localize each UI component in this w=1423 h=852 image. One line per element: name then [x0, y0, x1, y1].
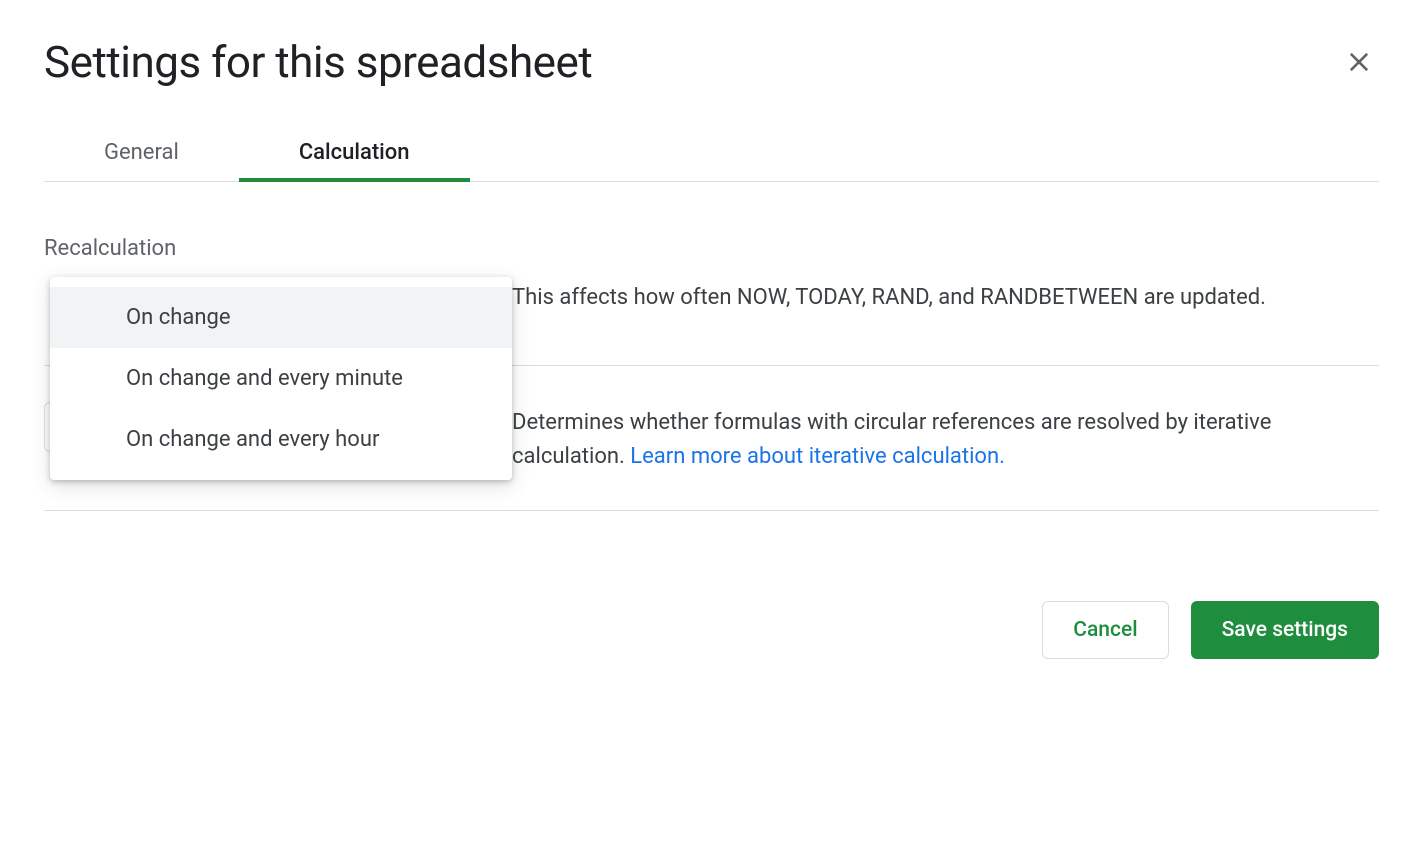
recalculation-dropdown: On change On change and every minute On …: [50, 277, 512, 480]
save-settings-button[interactable]: Save settings: [1191, 601, 1379, 659]
recalc-option-every-minute[interactable]: On change and every minute: [50, 348, 512, 409]
close-button[interactable]: [1339, 42, 1379, 82]
recalculation-label: Recalculation: [44, 234, 1379, 261]
dialog-footer: Cancel Save settings: [44, 601, 1379, 659]
iterative-description: Determines whether formulas with circula…: [512, 402, 1379, 474]
close-icon: [1345, 48, 1373, 76]
recalculation-description: This affects how often NOW, TODAY, RAND,…: [512, 277, 1379, 315]
recalculation-body: On change On change and every minute On …: [44, 277, 1379, 315]
recalc-option-on-change[interactable]: On change: [50, 287, 512, 348]
tab-general[interactable]: General: [44, 126, 239, 181]
recalc-option-every-hour[interactable]: On change and every hour: [50, 409, 512, 470]
recalculation-section: Recalculation On change On change and ev…: [44, 234, 1379, 366]
cancel-button[interactable]: Cancel: [1042, 601, 1168, 659]
tabs: General Calculation: [44, 126, 1379, 182]
dialog-title: Settings for this spreadsheet: [44, 36, 592, 88]
dialog-header: Settings for this spreadsheet: [44, 36, 1379, 88]
tab-calculation[interactable]: Calculation: [239, 126, 470, 181]
iterative-learn-more-link[interactable]: Learn more about iterative calculation.: [630, 444, 1005, 469]
